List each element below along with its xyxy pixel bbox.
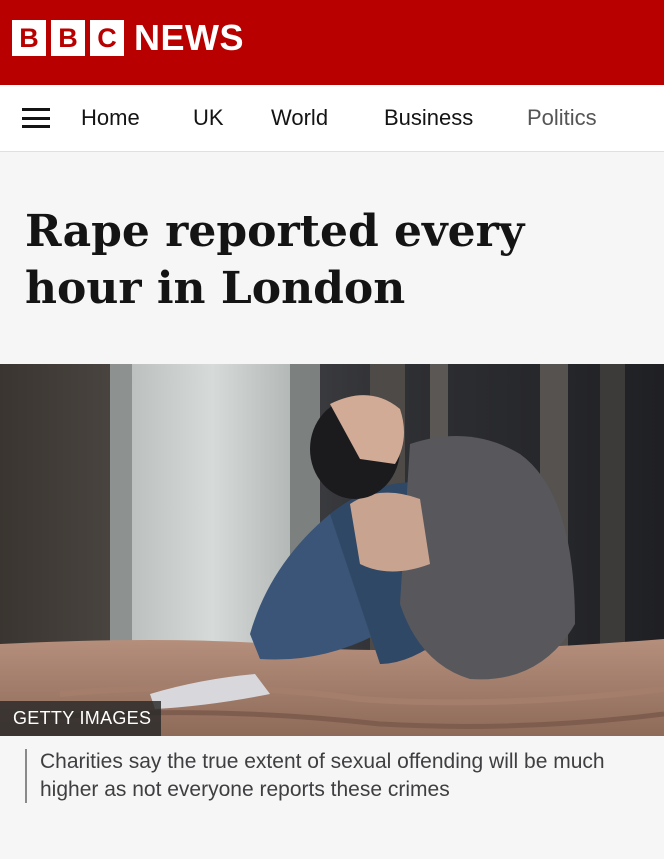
headline-section: Rape reported every hour in London [0, 153, 664, 364]
logo-letter-c: C [90, 20, 124, 56]
logo-letter-b1: B [12, 20, 46, 56]
image-caption: Charities say the true extent of sexual … [40, 750, 605, 801]
nav-item-home[interactable]: Home [81, 104, 140, 132]
nav-overflow-fade [594, 85, 664, 151]
image-credit: GETTY IMAGES [0, 701, 161, 736]
article-photo-illustration [0, 364, 664, 736]
caption-section: Charities say the true extent of sexual … [0, 736, 664, 859]
site-header: B B C NEWS [0, 0, 664, 85]
logo-word-news: NEWS [134, 17, 244, 58]
bbc-news-logo[interactable]: B B C NEWS [12, 18, 244, 58]
menu-line [22, 108, 50, 111]
caption-divider [25, 749, 27, 803]
nav-item-uk[interactable]: UK [193, 104, 224, 132]
menu-line [22, 116, 50, 120]
logo-letter-b2: B [51, 20, 85, 56]
article-headline: Rape reported every hour in London [25, 206, 525, 314]
nav-item-politics[interactable]: Politics [527, 104, 597, 132]
main-navigation: Home UK World Business Politics [0, 85, 664, 152]
nav-item-world[interactable]: World [271, 104, 328, 132]
article-image: GETTY IMAGES [0, 364, 664, 736]
menu-line [22, 125, 50, 128]
hamburger-menu-icon[interactable] [22, 108, 50, 128]
nav-item-business[interactable]: Business [384, 104, 473, 132]
